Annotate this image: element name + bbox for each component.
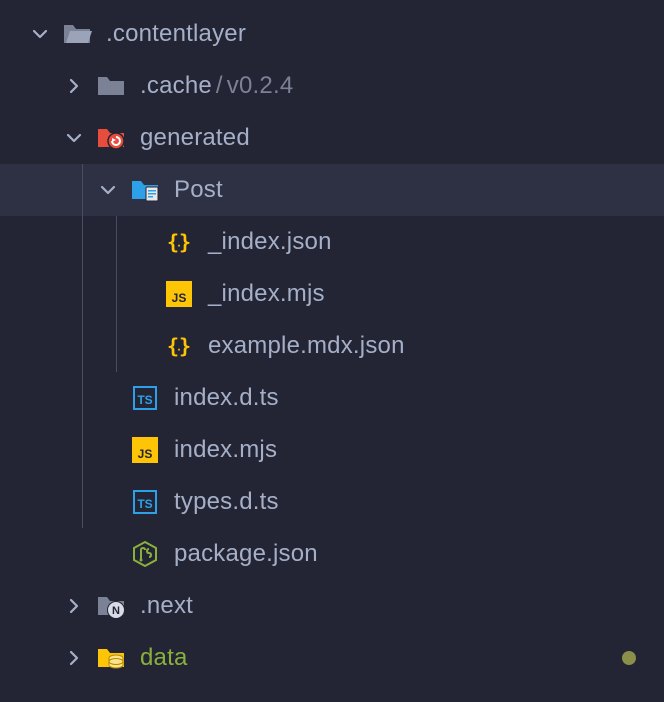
tree-item-cache[interactable]: .cache/v0.2.4 <box>0 60 664 112</box>
chevron-down-icon[interactable] <box>64 128 84 148</box>
chevron-right-icon[interactable] <box>64 648 84 668</box>
tree-label: example.mdx.json <box>208 332 405 360</box>
tree-label: _index.mjs <box>208 280 325 308</box>
modified-indicator-icon <box>622 651 636 665</box>
tree-label: .cache/v0.2.4 <box>140 72 293 100</box>
tree-item-types-d-ts[interactable]: TS types.d.ts <box>0 476 664 528</box>
folder-doc-icon <box>130 175 160 205</box>
tree-item-example-mdx-json[interactable]: example.mdx.json <box>0 320 664 372</box>
chevron-down-icon[interactable] <box>30 24 50 44</box>
ts-icon: TS <box>130 487 160 517</box>
tree-item-index-json[interactable]: _index.json <box>0 216 664 268</box>
tree-label: index.mjs <box>174 436 277 464</box>
tree-label: Post <box>174 176 223 204</box>
tree-label: types.d.ts <box>174 488 279 516</box>
path-sep: / <box>216 72 223 99</box>
js-icon: JS <box>130 435 160 465</box>
tree-label: package.json <box>174 540 318 568</box>
folder-icon <box>96 71 126 101</box>
tree-item-data[interactable]: data <box>0 632 664 684</box>
js-icon: JS <box>164 279 194 309</box>
tree-label: .contentlayer <box>106 20 246 48</box>
tree-item-next[interactable]: .next <box>0 580 664 632</box>
folder-next-icon <box>96 591 126 621</box>
tree-item-index-d-ts[interactable]: TS index.d.ts <box>0 372 664 424</box>
chevron-right-icon[interactable] <box>64 76 84 96</box>
tree-item-post[interactable]: Post <box>0 164 664 216</box>
tree-item-index-mjs[interactable]: JS _index.mjs <box>0 268 664 320</box>
cache-name: .cache <box>140 72 212 99</box>
tree-label: .next <box>140 592 193 620</box>
chevron-right-icon[interactable] <box>64 596 84 616</box>
tree-label: index.d.ts <box>174 384 279 412</box>
file-tree: .contentlayer .cache/v0.2.4 generated Po… <box>0 0 664 684</box>
tree-item-contentlayer[interactable]: .contentlayer <box>0 8 664 60</box>
tree-item-generated[interactable]: generated <box>0 112 664 164</box>
tree-item-index-mjs2[interactable]: JS index.mjs <box>0 424 664 476</box>
tree-label: data <box>140 644 188 672</box>
folder-database-icon <box>96 643 126 673</box>
json-icon <box>164 227 194 257</box>
folder-git-icon <box>96 123 126 153</box>
ts-icon: TS <box>130 383 160 413</box>
tree-label: generated <box>140 124 250 152</box>
tree-label: _index.json <box>208 228 332 256</box>
tree-item-package-json[interactable]: package.json <box>0 528 664 580</box>
cache-version: v0.2.4 <box>227 72 294 99</box>
chevron-down-icon[interactable] <box>98 180 118 200</box>
json-icon <box>164 331 194 361</box>
folder-open-icon <box>62 19 92 49</box>
node-icon <box>130 539 160 569</box>
